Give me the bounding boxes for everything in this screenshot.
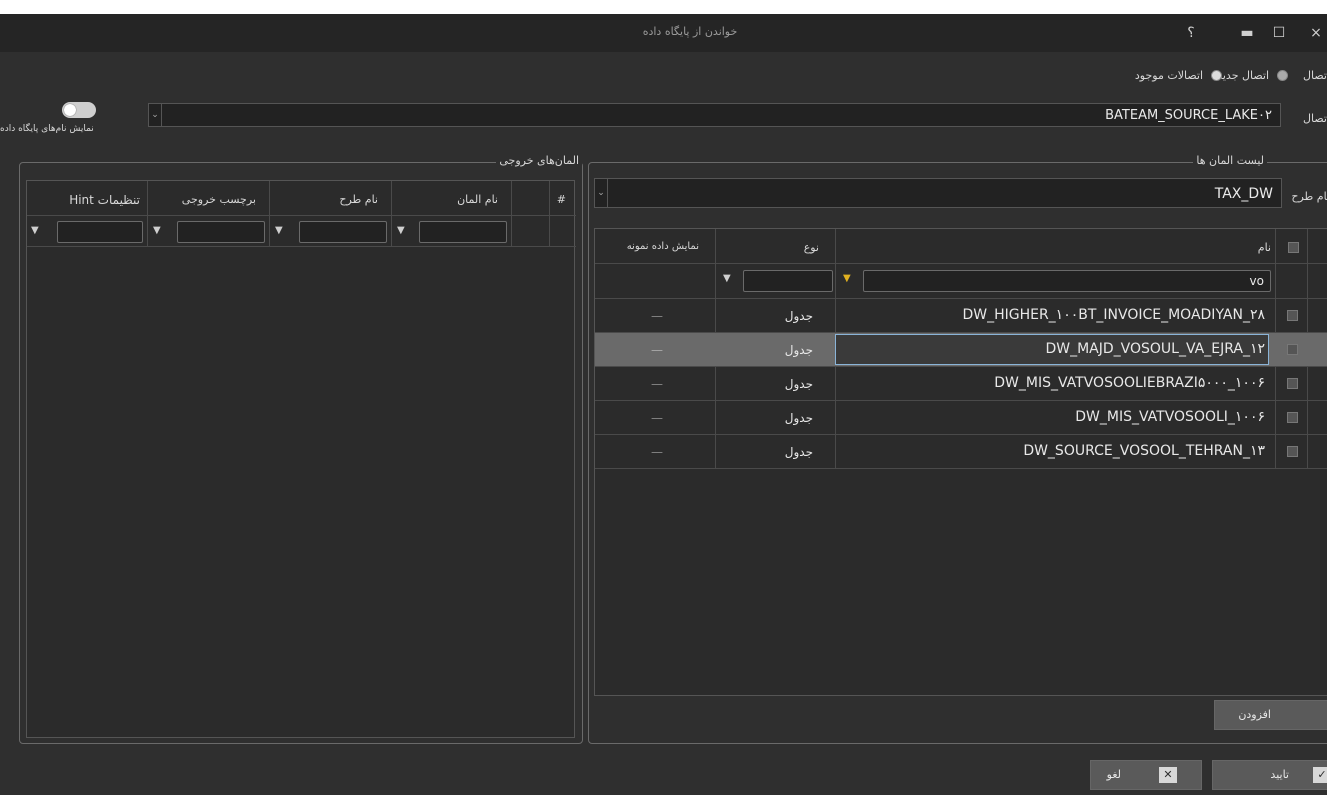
close-button[interactable]: × xyxy=(1305,22,1327,44)
col-name-header[interactable]: نام xyxy=(1258,241,1271,254)
row-name: DW_MIS_VATVOSOOLI_۱۰۰۶ xyxy=(1075,409,1265,425)
chevron-down-icon: ⌄ xyxy=(595,179,608,207)
filter-icon[interactable]: ▼ xyxy=(153,225,161,236)
add-button[interactable]: افزودن xyxy=(1214,700,1327,730)
row-checkbox[interactable] xyxy=(1287,344,1298,355)
select-all-checkbox[interactable] xyxy=(1288,242,1299,253)
col-type-header[interactable]: نوع xyxy=(804,241,819,254)
confirm-button[interactable]: ✓ تایید xyxy=(1212,760,1327,790)
name-filter-input[interactable]: vo xyxy=(863,270,1271,292)
element-list-grid: # نام نوع نمایش داده نمونه ▼ vo ▼ ۱ DW_H… xyxy=(594,228,1327,696)
table-row-selected[interactable]: ۲ DW_MAJD_VOSOUL_VA_EJRA_۱۲ جدول — xyxy=(595,333,1327,366)
show-db-names-label: نمایش نام‌های پایگاه داده xyxy=(0,124,94,134)
show-db-names-toggle[interactable] xyxy=(62,102,96,118)
row-checkbox[interactable] xyxy=(1287,446,1298,457)
row-checkbox[interactable] xyxy=(1287,310,1298,321)
row-name: DW_HIGHER_۱۰۰BT_INVOICE_MOADIYAN_۲۸ xyxy=(962,307,1265,323)
title-bar: خواندن از پایگاه داده ؟ ▬ ☐ × xyxy=(0,14,1327,52)
connection-dropdown[interactable]: ⌄ BATEAM_SOURCE_LAKE۰۲ xyxy=(148,103,1281,127)
row-name: DW_SOURCE_VOSOOL_TEHRAN_۱۳ xyxy=(1023,443,1265,459)
radio-existing-connection[interactable] xyxy=(1211,70,1222,81)
row-type: جدول xyxy=(784,377,813,391)
row-sample[interactable]: — xyxy=(651,445,663,459)
row-type: جدول xyxy=(784,411,813,425)
output-elements-title: المان‌های خروجی xyxy=(496,154,582,167)
row-type: جدول xyxy=(784,309,813,323)
output-elements-grid: # نام المان نام طرح برچسب خروجی تنظیمات … xyxy=(26,180,576,738)
radio-new-connection[interactable] xyxy=(1277,70,1288,81)
out-col-index-header: # xyxy=(556,193,566,206)
schema-label: نام طرح xyxy=(1291,190,1327,203)
maximize-button[interactable]: ☐ xyxy=(1268,22,1290,44)
connection-value: BATEAM_SOURCE_LAKE۰۲ xyxy=(1105,108,1272,123)
row-type: جدول xyxy=(784,445,813,459)
schema-name-filter-input[interactable] xyxy=(299,221,387,243)
out-col-schema-name-header[interactable]: نام طرح xyxy=(339,193,378,206)
row-sample[interactable]: — xyxy=(651,411,663,425)
help-button[interactable]: ؟ xyxy=(1180,22,1202,44)
window-title: خواندن از پایگاه داده xyxy=(642,25,738,38)
out-col-output-label-header[interactable]: برچسب خروجی xyxy=(182,193,256,206)
element-name-filter-input[interactable] xyxy=(419,221,507,243)
minimize-button[interactable]: ▬ xyxy=(1236,22,1258,44)
type-filter-input[interactable] xyxy=(743,270,833,292)
row-checkbox[interactable] xyxy=(1287,378,1298,389)
col-sample-header[interactable]: نمایش داده نمونه xyxy=(627,241,699,252)
check-icon: ✓ xyxy=(1313,767,1327,783)
element-list-title: لیست المان ها xyxy=(1193,154,1267,167)
cancel-button-label: لغو xyxy=(1106,768,1121,781)
chevron-down-icon: ⌄ xyxy=(149,104,162,126)
out-col-hint-settings-header[interactable]: تنظیمات Hint xyxy=(69,193,140,207)
confirm-button-label: تایید xyxy=(1270,768,1289,781)
row-sample[interactable]: — xyxy=(651,377,663,391)
schema-value: TAX_DW xyxy=(1214,186,1273,202)
table-row[interactable]: ۱ DW_HIGHER_۱۰۰BT_INVOICE_MOADIYAN_۲۸ جد… xyxy=(595,299,1327,332)
row-sample[interactable]: — xyxy=(651,343,663,357)
output-label-filter-input[interactable] xyxy=(177,221,265,243)
connection-selector-label: اتصال xyxy=(1302,112,1327,125)
out-col-element-name-header[interactable]: نام المان xyxy=(457,193,498,206)
connection-type-label: اتصال xyxy=(1302,69,1327,82)
row-checkbox[interactable] xyxy=(1287,412,1298,423)
schema-dropdown[interactable]: ⌄ TAX_DW xyxy=(594,178,1282,208)
table-row[interactable]: ۵ DW_SOURCE_VOSOOL_TEHRAN_۱۳ جدول — xyxy=(595,435,1327,468)
row-sample[interactable]: — xyxy=(651,309,663,323)
filter-icon[interactable]: ▼ xyxy=(275,225,283,236)
close-icon: ✕ xyxy=(1159,767,1177,783)
name-filter-value: vo xyxy=(1249,274,1264,288)
cancel-button[interactable]: ✕ لغو xyxy=(1090,760,1202,790)
add-button-label: افزودن xyxy=(1238,708,1271,721)
filter-icon[interactable]: ▼ xyxy=(843,273,851,284)
filter-icon[interactable]: ▼ xyxy=(31,225,39,236)
hint-filter-input[interactable] xyxy=(57,221,143,243)
row-type: جدول xyxy=(784,343,813,357)
filter-icon[interactable]: ▼ xyxy=(397,225,405,236)
radio-new-connection-label[interactable]: اتصال جدید xyxy=(1217,69,1269,82)
table-row[interactable]: ۴ DW_MIS_VATVOSOOLI_۱۰۰۶ جدول — xyxy=(595,401,1327,434)
row-name: DW_MAJD_VOSOUL_VA_EJRA_۱۲ xyxy=(1045,341,1265,357)
dialog-window: خواندن از پایگاه داده ؟ ▬ ☐ × اتصال اتصا… xyxy=(0,14,1327,795)
filter-icon[interactable]: ▼ xyxy=(723,273,731,284)
radio-existing-connection-label[interactable]: اتصالات موجود xyxy=(1135,69,1203,82)
table-row[interactable]: ۳ DW_MIS_VATVOSOOLIEBRAZI۵۰۰۰_۱۰۰۶ جدول … xyxy=(595,367,1327,400)
row-name: DW_MIS_VATVOSOOLIEBRAZI۵۰۰۰_۱۰۰۶ xyxy=(994,375,1265,391)
